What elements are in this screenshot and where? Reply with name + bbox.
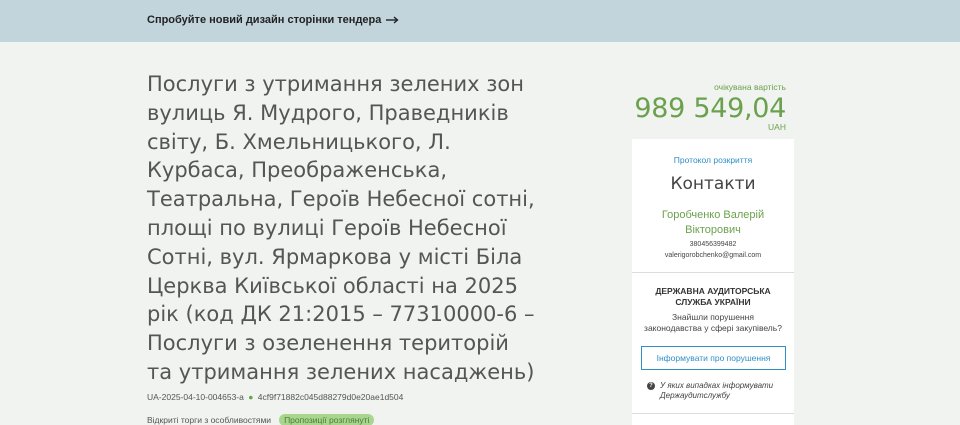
card-divider xyxy=(632,272,794,273)
tender-hash: 4cf9f71882c045d88279d0e20ae1d504 xyxy=(257,392,404,402)
procedure-row: Відкриті торги з особливостями Пропозиці… xyxy=(147,414,375,425)
new-design-link[interactable]: Спробуйте новий дизайн сторінки тендера xyxy=(147,14,399,26)
audit-question-line1: Знайшли порушення xyxy=(672,312,754,322)
contact-phone: 380456399482 xyxy=(689,241,737,248)
audit-question-line2: законодавства у сфері закупівель? xyxy=(644,323,782,333)
status-badge: Пропозиції розглянуті xyxy=(279,414,375,425)
audit-info-line1: У яких випадках інформувати xyxy=(660,381,774,390)
arrow-right-icon xyxy=(386,16,399,24)
audit-title-line1: ДЕРЖАВНА АУДИТОРСЬКА xyxy=(655,286,771,296)
protocol-link[interactable]: Протокол розкриття xyxy=(632,155,794,165)
contacts-title: Контакти xyxy=(670,174,756,194)
contact-name-line1: Горобченко Валерій xyxy=(661,209,765,221)
price-value: 989 549,04 xyxy=(634,93,786,124)
audit-service-title: ДЕРЖАВНА АУДИТОРСЬКА СЛУЖБА УКРАЇНИ xyxy=(632,286,794,308)
audit-info-link[interactable]: ? У яких випадках інформувати Держаудитс… xyxy=(647,381,792,401)
contact-name-line2: Вікторович xyxy=(685,224,741,236)
separator-dot-icon: ● xyxy=(248,392,254,402)
contact-name: Горобченко Валерій Вікторович xyxy=(632,208,794,238)
audit-title-line2: СЛУЖБА УКРАЇНИ xyxy=(675,297,751,307)
procedure-type: Відкриті торги з особливостями xyxy=(147,415,272,425)
question-icon: ? xyxy=(647,382,655,390)
tender-identifier: UA-2025-04-10-004653-a ● 4cf9f71882c045d… xyxy=(147,392,403,402)
price-label: очікувана вартість xyxy=(714,82,786,92)
new-design-link-label: Спробуйте новий дизайн сторінки тендера xyxy=(147,14,382,26)
audit-info-line2: Держаудитслужбу xyxy=(660,391,730,400)
audit-info-text: У яких випадках інформувати Держаудитслу… xyxy=(660,381,773,401)
tender-id: UA-2025-04-10-004653-a xyxy=(147,392,244,402)
card-divider-bottom xyxy=(632,413,794,414)
report-violation-button[interactable]: Інформувати про порушення xyxy=(641,346,786,370)
contact-email[interactable]: valerigorobchenko@gmail.com xyxy=(632,252,794,259)
audit-question: Знайшли порушення законодавства у сфері … xyxy=(632,312,794,334)
tender-title: Послуги з утримання зелених зон вулиць Я… xyxy=(147,72,535,384)
price-currency: UAH xyxy=(768,122,786,132)
new-design-banner: Спробуйте новий дизайн сторінки тендера xyxy=(0,0,960,42)
